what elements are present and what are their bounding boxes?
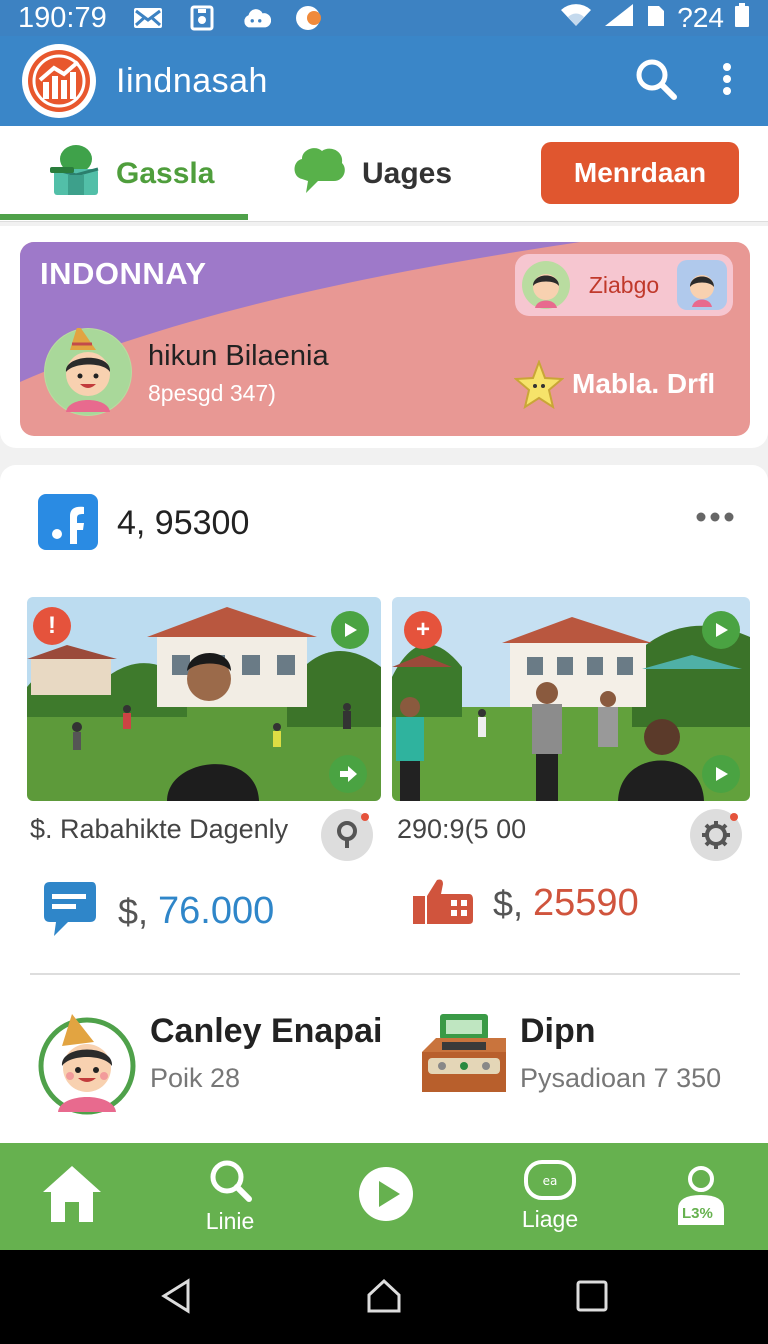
stat-messages-currency: $, bbox=[118, 890, 149, 932]
search-icon[interactable] bbox=[634, 57, 678, 106]
banner-user-subtitle: 8pesgd 347) bbox=[148, 380, 276, 406]
nav-home[interactable] bbox=[40, 1143, 104, 1250]
person-2-name: Dipn bbox=[520, 1012, 596, 1050]
divider bbox=[30, 973, 740, 975]
nav-search-label: Linie bbox=[205, 1208, 255, 1234]
status-time: 190:79 bbox=[18, 1, 107, 34]
cloud-icon bbox=[241, 6, 271, 30]
message-icon bbox=[40, 876, 98, 947]
banner-user-name: hikun Bilaenia bbox=[148, 340, 329, 372]
signal-icon bbox=[603, 2, 635, 35]
notification-dot bbox=[730, 813, 738, 821]
wifi-icon bbox=[559, 2, 593, 35]
stat-likes-currency: $, bbox=[493, 882, 524, 924]
battery-icon bbox=[734, 2, 750, 35]
more-vert-icon[interactable] bbox=[722, 62, 732, 101]
promo-banner[interactable]: INDONNAY hikun Bilaenia 8pesgd 347) Ziab… bbox=[20, 242, 750, 436]
profile-icon: L3% bbox=[672, 1165, 730, 1229]
feed-count: 4, 95300 bbox=[117, 504, 250, 542]
system-nav-bar bbox=[0, 1250, 768, 1344]
play-icon[interactable] bbox=[331, 611, 369, 649]
thumbs-up-icon bbox=[411, 876, 473, 931]
stat-likes-value: 25590 bbox=[533, 882, 639, 924]
star-icon bbox=[513, 359, 565, 415]
tab-uages-label: Uages bbox=[362, 157, 453, 190]
person-item-2[interactable]: Dipn Pysadioan 7 350 bbox=[418, 1012, 721, 1101]
location-pin-icon[interactable] bbox=[321, 809, 373, 861]
person-2-sub: Pysadioan 7 350 bbox=[520, 1063, 722, 1093]
home-icon bbox=[41, 1164, 103, 1230]
photo-caption-2: 290:9(5 00 bbox=[397, 814, 527, 844]
tab-gassla-label: Gassla bbox=[116, 157, 215, 190]
photo-caption-1: $. Rabahikte Dagenly bbox=[30, 814, 289, 844]
feed-photo-2[interactable]: + bbox=[392, 597, 750, 801]
chart-logo-icon[interactable] bbox=[22, 44, 96, 118]
nav-chat-label: Liage bbox=[521, 1206, 579, 1232]
chip-avatar-right bbox=[676, 260, 727, 310]
screenshot-icon bbox=[187, 5, 217, 31]
nav-profile[interactable]: L3% bbox=[670, 1143, 732, 1250]
status-right: ?24 bbox=[559, 2, 750, 35]
avatar bbox=[38, 1012, 136, 1121]
nav-play[interactable] bbox=[356, 1143, 416, 1250]
recents-icon[interactable] bbox=[574, 1278, 610, 1314]
active-tab-indicator bbox=[0, 214, 248, 220]
facebook-icon[interactable] bbox=[38, 494, 98, 550]
menrdaan-button[interactable]: Menrdaan bbox=[541, 142, 739, 204]
person-1-sub: Poik 28 bbox=[150, 1063, 241, 1093]
mail-icon bbox=[133, 6, 163, 30]
home-button-icon[interactable] bbox=[366, 1278, 402, 1314]
status-bar: 190:79 ?24 bbox=[0, 0, 768, 36]
bottom-nav: Linie ea Liage L3% bbox=[0, 1143, 768, 1250]
banner-title: INDONNAY bbox=[40, 256, 207, 291]
avatar bbox=[44, 324, 132, 416]
gear-icon[interactable] bbox=[690, 809, 742, 861]
stat-messages[interactable]: $, 76.000 bbox=[40, 876, 274, 947]
play-icon[interactable] bbox=[702, 755, 740, 793]
package-icon bbox=[48, 141, 102, 207]
play-icon[interactable] bbox=[702, 611, 740, 649]
alert-badge: ! bbox=[33, 607, 71, 645]
battery-text: ?24 bbox=[677, 2, 724, 33]
app-bar: Iindnasah bbox=[0, 36, 768, 126]
nav-chat[interactable]: ea Liage bbox=[514, 1143, 586, 1250]
profile-badge: L3% bbox=[682, 1204, 713, 1222]
nav-search[interactable]: Linie bbox=[198, 1143, 262, 1250]
add-badge: + bbox=[404, 611, 442, 649]
stat-messages-value: 76.000 bbox=[158, 890, 275, 932]
cash-register-icon bbox=[418, 1012, 510, 1101]
forward-icon[interactable] bbox=[329, 755, 367, 793]
play-icon bbox=[358, 1166, 414, 1228]
sim-icon bbox=[645, 2, 667, 35]
app-bar-actions bbox=[634, 57, 746, 106]
banner-right-label: Mabla. Drfl bbox=[572, 368, 716, 399]
person-item-1[interactable]: Canley Enapai Poik 28 bbox=[38, 1012, 382, 1121]
more-horiz-icon[interactable] bbox=[696, 510, 734, 528]
stat-likes[interactable]: $, 25590 bbox=[411, 876, 639, 931]
toggle-icon bbox=[295, 6, 325, 30]
svg-text:ea: ea bbox=[543, 1174, 558, 1188]
banner-chip[interactable]: Ziabgo bbox=[515, 254, 733, 316]
chip-label: Ziabgo bbox=[588, 271, 660, 298]
search-icon bbox=[208, 1158, 252, 1208]
tab-uages[interactable]: Uages bbox=[290, 126, 452, 222]
back-icon[interactable] bbox=[158, 1278, 194, 1314]
app-title: Iindnasah bbox=[116, 61, 268, 100]
notification-dot bbox=[361, 813, 369, 821]
chat-bubble-icon bbox=[290, 143, 348, 205]
chat-icon: ea bbox=[524, 1160, 576, 1206]
tab-gassla[interactable]: Gassla bbox=[48, 126, 214, 222]
chip-avatar-left bbox=[521, 260, 571, 310]
person-1-name: Canley Enapai bbox=[150, 1012, 383, 1050]
feed-photo-1[interactable]: ! bbox=[27, 597, 381, 801]
